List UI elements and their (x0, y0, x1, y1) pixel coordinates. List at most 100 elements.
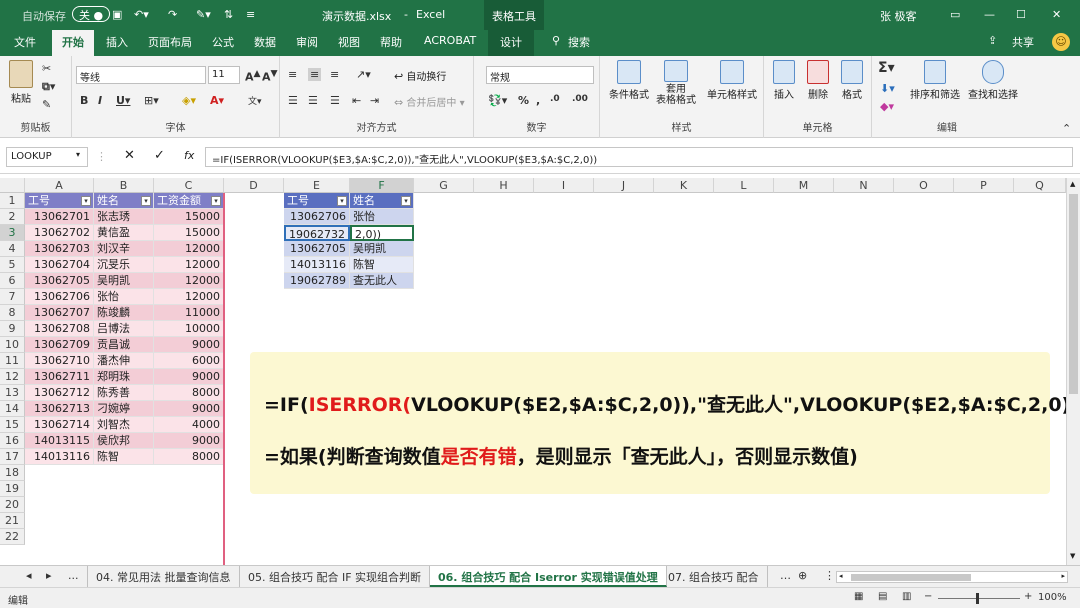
tab-view[interactable]: 视图 (338, 34, 360, 50)
table1-cell[interactable]: 陈秀善 (94, 385, 154, 401)
table1-cell[interactable]: 6000 (154, 353, 224, 369)
table1-cell[interactable]: 11000 (154, 305, 224, 321)
cell-styles-button[interactable]: 单元格样式 (704, 60, 760, 101)
row-header[interactable]: 17 (0, 449, 25, 465)
table1-header-cell[interactable]: 姓名 ▾ (94, 193, 154, 209)
grow-font-icon[interactable]: A▲ (245, 68, 261, 84)
table2-cell[interactable]: 19062732 (284, 225, 350, 241)
autosave-toggle[interactable]: 关 ● (72, 6, 111, 22)
underline-button[interactable]: U▾ (116, 94, 130, 107)
column-header[interactable]: O (894, 178, 954, 193)
row-header[interactable]: 1 (0, 193, 25, 209)
user-name[interactable]: 张 极客 (880, 8, 917, 24)
vertical-scrollbar[interactable]: ▲ ▼ (1066, 178, 1080, 565)
sheet-prev-icon[interactable]: ◂ (18, 566, 40, 587)
column-header[interactable]: H (474, 178, 534, 193)
decrease-decimal-icon[interactable]: .00 (572, 94, 588, 104)
column-header[interactable]: M (774, 178, 834, 193)
table1-cell[interactable]: 侯欣邦 (94, 433, 154, 449)
column-header[interactable]: F (350, 178, 414, 193)
table1-cell[interactable]: 12000 (154, 241, 224, 257)
normal-view-icon[interactable]: ▦ (854, 591, 863, 602)
table1-cell[interactable]: 9000 (154, 337, 224, 353)
insert-function-icon[interactable]: fx (184, 149, 194, 162)
row-header[interactable]: 10 (0, 337, 25, 353)
column-header[interactable]: K (654, 178, 714, 193)
table1-cell[interactable]: 13062704 (25, 257, 94, 273)
align-top-icon[interactable]: ≡ (288, 68, 297, 81)
align-left-icon[interactable]: ☰ (288, 94, 298, 107)
table2-cell[interactable]: 陈智 (350, 257, 414, 273)
italic-button[interactable]: I (98, 94, 102, 107)
table1-cell[interactable]: 沉旻乐 (94, 257, 154, 273)
table1-cell[interactable]: 张志琇 (94, 209, 154, 225)
font-size-combo[interactable]: 11 (208, 66, 240, 84)
table1-cell[interactable]: 13062707 (25, 305, 94, 321)
table1-cell[interactable]: 10000 (154, 321, 224, 337)
scroll-thumb[interactable] (1069, 194, 1078, 394)
row-header[interactable]: 16 (0, 433, 25, 449)
column-header[interactable]: E (284, 178, 350, 193)
table1-cell[interactable]: 13062706 (25, 289, 94, 305)
hscroll-thumb[interactable] (851, 574, 971, 581)
table1-cell[interactable]: 吕博法 (94, 321, 154, 337)
zoom-out-icon[interactable]: − (924, 591, 932, 602)
align-middle-icon[interactable]: ≡ (308, 68, 322, 81)
table1-cell[interactable]: 13062708 (25, 321, 94, 337)
table1-cell[interactable]: 12000 (154, 273, 224, 289)
copy-icon[interactable]: ⧉▾ (42, 80, 55, 94)
scroll-up-icon[interactable]: ▲ (1070, 180, 1075, 188)
scroll-down-icon[interactable]: ▼ (1070, 552, 1075, 560)
table1-cell[interactable]: 贡昌诚 (94, 337, 154, 353)
table1-cell[interactable]: 潘杰伸 (94, 353, 154, 369)
merge-center-button[interactable]: ⇔ 合并后居中 ▾ (394, 94, 465, 109)
tab-design[interactable]: 设计 (488, 30, 534, 56)
table1-cell[interactable]: 13062710 (25, 353, 94, 369)
row-header[interactable]: 9 (0, 321, 25, 337)
shrink-font-icon[interactable]: A▼ (262, 68, 278, 84)
row-header[interactable]: 6 (0, 273, 25, 289)
horizontal-scrollbar[interactable]: ◂ ▸ (836, 571, 1068, 583)
row-header[interactable]: 13 (0, 385, 25, 401)
cut-icon[interactable]: ✂ (42, 62, 51, 75)
clear-icon[interactable]: ◆▾ (880, 100, 894, 113)
share-icon[interactable]: ⇪ (988, 34, 997, 47)
table1-cell[interactable]: 13062714 (25, 417, 94, 433)
row-header[interactable]: 7 (0, 289, 25, 305)
column-header[interactable]: C (154, 178, 224, 193)
sheet-tab[interactable]: 05. 组合技巧 配合 IF 实现组合判断 (240, 566, 431, 587)
format-as-table-button[interactable]: 套用 表格格式 (652, 60, 700, 106)
row-header[interactable]: 5 (0, 257, 25, 273)
row-header[interactable]: 18 (0, 465, 25, 481)
tab-insert[interactable]: 插入 (106, 34, 128, 50)
redo-icon[interactable]: ↷ (168, 8, 177, 21)
select-all-corner[interactable] (0, 178, 25, 193)
share-label[interactable]: 共享 (1012, 34, 1034, 50)
row-header[interactable]: 8 (0, 305, 25, 321)
sheet-tab[interactable]: 07. 组合技巧 配合 (660, 566, 768, 587)
zoom-slider-handle[interactable] (976, 593, 979, 604)
save-icon[interactable]: ▣ (112, 8, 122, 21)
table1-cell[interactable]: 9000 (154, 433, 224, 449)
formula-input[interactable]: =IF(ISERROR(VLOOKUP($E3,$A:$C,2,0)),"查无此… (205, 147, 1073, 167)
sheet-tab-active[interactable]: 06. 组合技巧 配合 Iserror 实现错误值处理 (430, 566, 667, 587)
column-header[interactable]: P (954, 178, 1014, 193)
format-cells-button[interactable]: 格式 (836, 60, 868, 101)
comma-style-icon[interactable]: , (536, 94, 540, 107)
column-header[interactable]: B (94, 178, 154, 193)
table1-cell[interactable]: 张怡 (94, 289, 154, 305)
row-header[interactable]: 3 (0, 225, 25, 241)
sheet-tab-more[interactable]: ... (60, 566, 88, 587)
close-icon[interactable]: ✕ (1052, 8, 1061, 21)
table1-cell[interactable]: 8000 (154, 385, 224, 401)
increase-indent-icon[interactable]: ⇥ (370, 94, 379, 107)
zoom-in-icon[interactable]: + (1024, 591, 1032, 602)
fill-color-icon[interactable]: ◈▾ (182, 94, 196, 107)
column-header[interactable]: J (594, 178, 654, 193)
cancel-icon[interactable]: ✕ (124, 148, 135, 163)
tab-home[interactable]: 开始 (52, 30, 94, 56)
table1-cell[interactable]: 13062701 (25, 209, 94, 225)
table2-cell[interactable]: 13062706 (284, 209, 350, 225)
page-break-view-icon[interactable]: ▥ (902, 591, 911, 602)
table1-cell[interactable]: 13062711 (25, 369, 94, 385)
